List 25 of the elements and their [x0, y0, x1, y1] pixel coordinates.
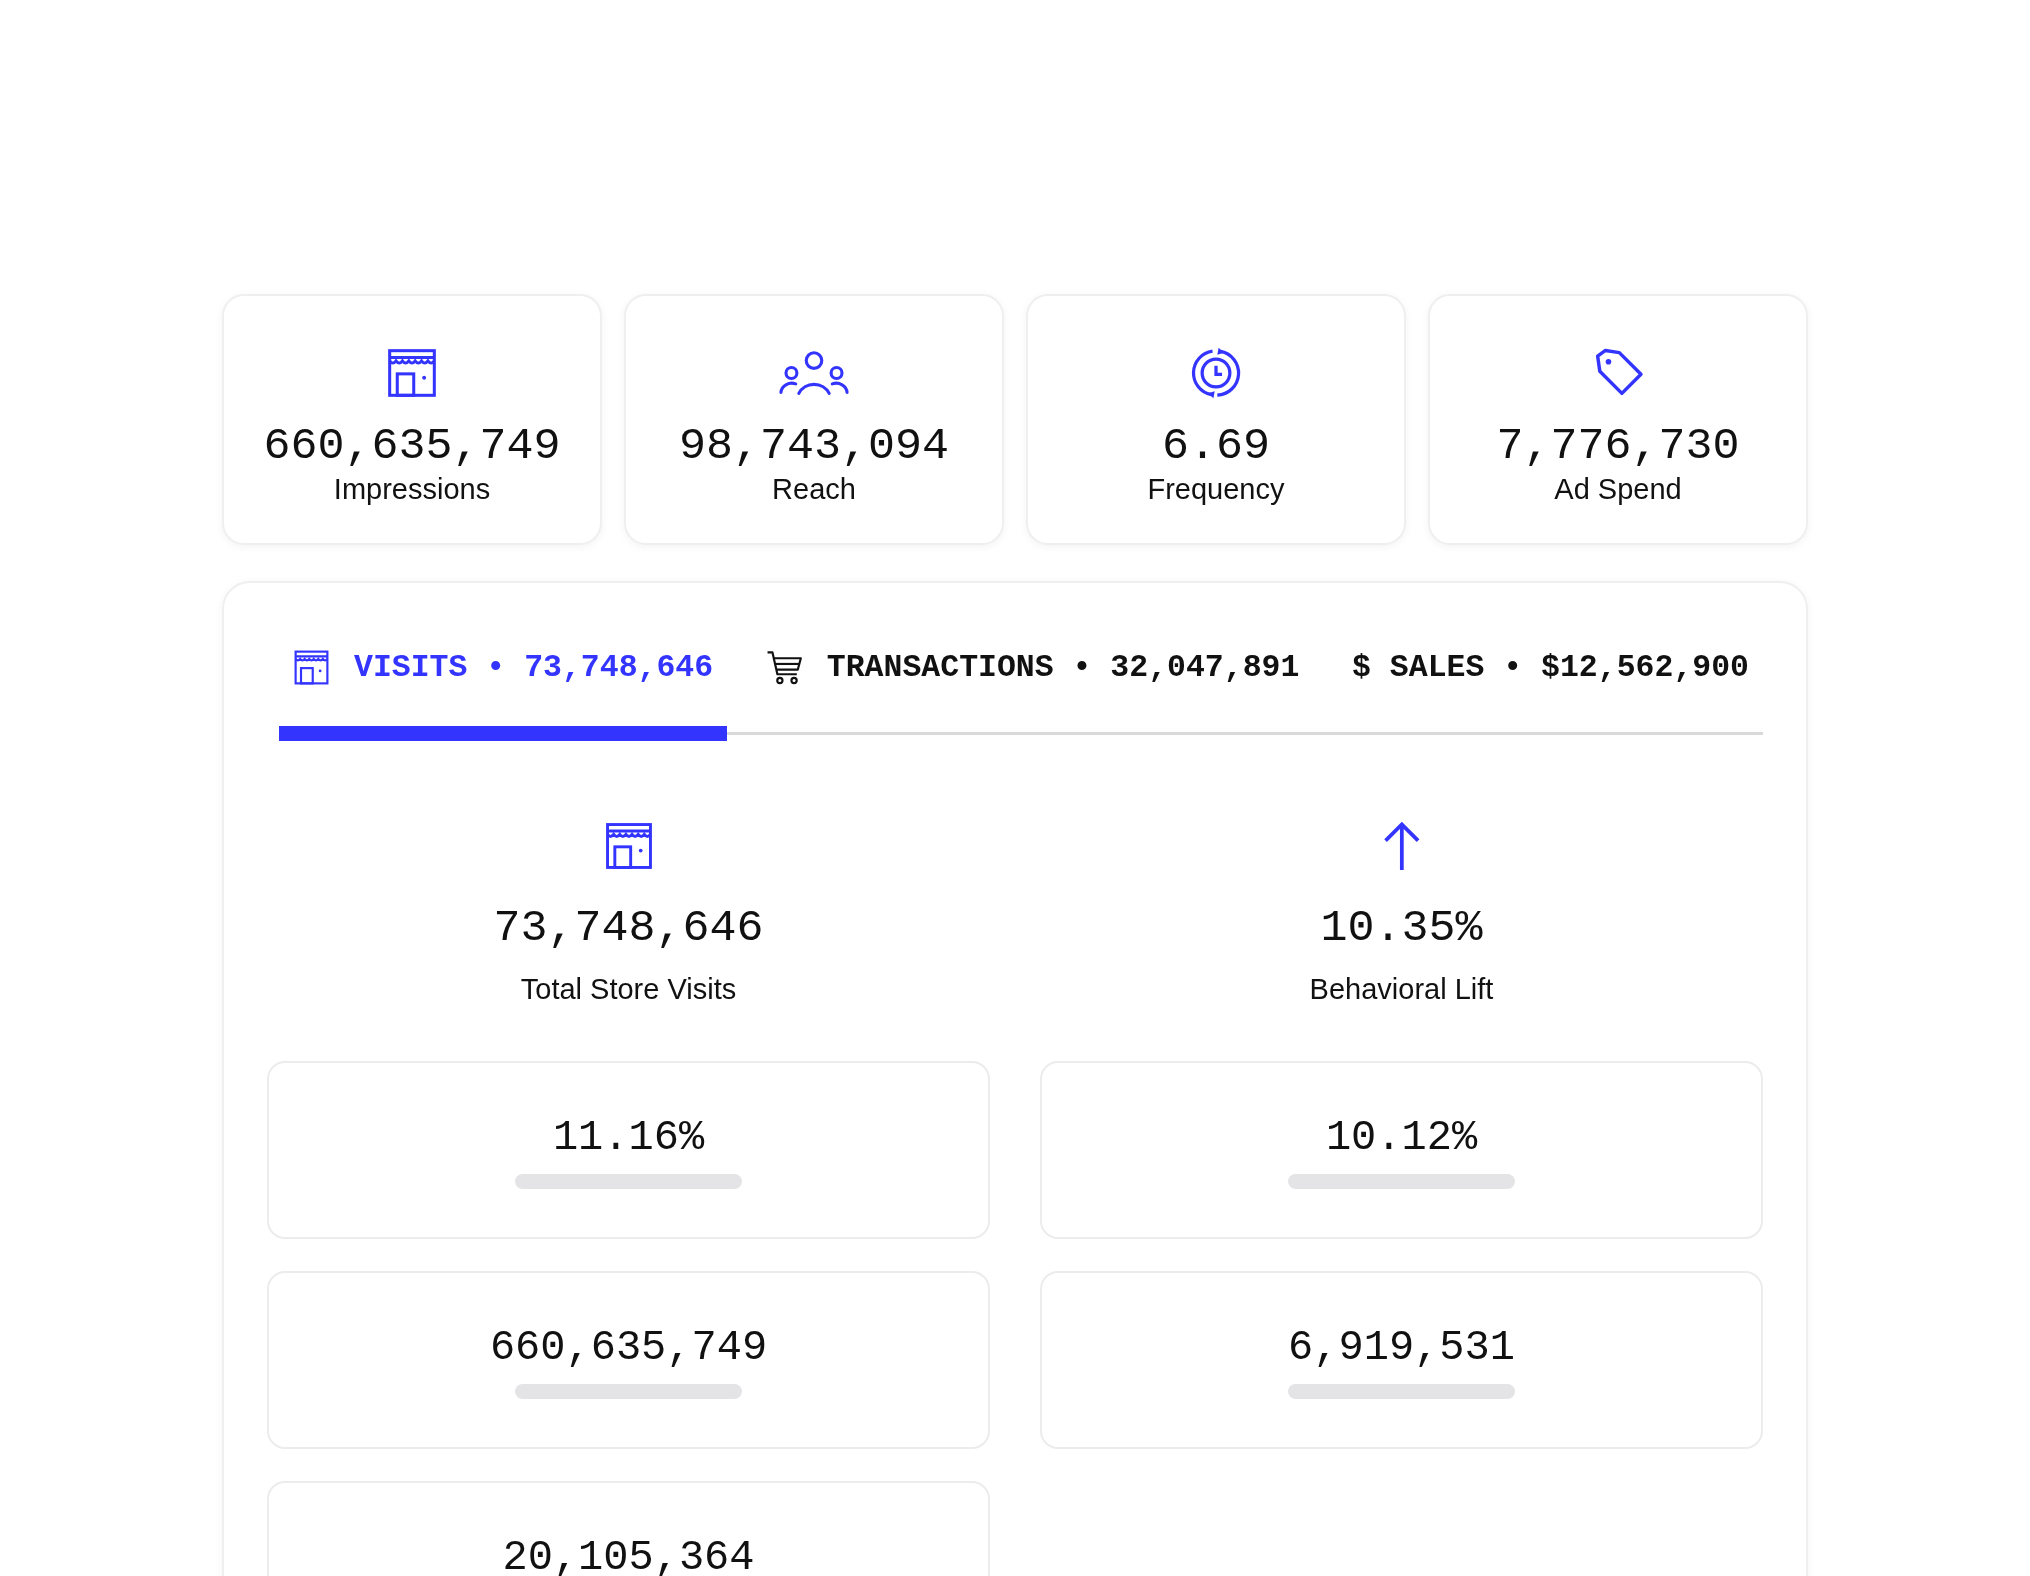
stat-value: 7,776,730 [1496, 422, 1740, 472]
highlight-value: 73,748,646 [493, 904, 764, 954]
store-icon [293, 649, 330, 686]
highlight-label: Total Store Visits [520, 972, 737, 1007]
stat-label: Ad Spend [1554, 472, 1682, 507]
highlight-label: Behavioral Lift [1309, 972, 1494, 1007]
metric-value: 20,105,364 [502, 1539, 755, 1576]
tab[interactable]: TRANSACTIONS • 32,047,891 [751, 649, 1314, 741]
stat-label: Frequency [1147, 472, 1285, 507]
metric-value: 660,635,749 [489, 1329, 768, 1367]
cart-icon [765, 649, 803, 686]
stat-value: 98,743,094 [678, 422, 949, 472]
metric-value: 10.12% [1325, 1119, 1478, 1157]
store-icon [386, 347, 438, 399]
stat-value: 6.69 [1162, 422, 1270, 472]
stat-label: Impressions [333, 472, 491, 507]
tab[interactable]: VISITS • 73,748,646 [279, 649, 728, 741]
clock-arrows-icon [1190, 347, 1242, 399]
metric-value: 11.16% [552, 1119, 705, 1157]
stat-value: 660,635,749 [263, 422, 561, 472]
store-icon [603, 821, 654, 871]
highlight-value: 10.35% [1320, 904, 1483, 954]
metric-value: 6,919,531 [1288, 1329, 1515, 1367]
tab[interactable]: $ SALES • $12,562,900 [1338, 649, 1763, 741]
stat-label: Reach [772, 472, 856, 507]
